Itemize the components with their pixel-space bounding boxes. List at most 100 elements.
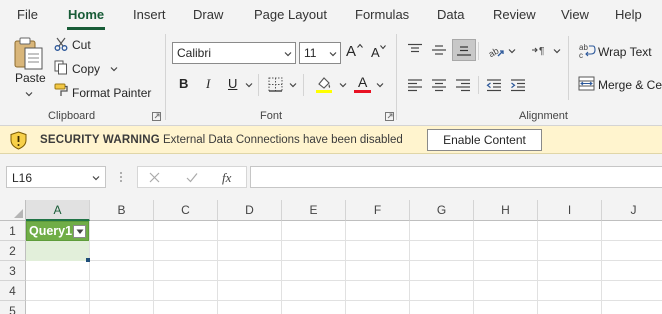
- bottom-align-button[interactable]: [452, 39, 476, 61]
- column-header-j[interactable]: J: [602, 200, 662, 221]
- bold-button[interactable]: B: [179, 76, 188, 91]
- font-group-label: Font: [260, 110, 283, 122]
- borders-icon[interactable]: [268, 77, 283, 92]
- column-header-f[interactable]: F: [346, 200, 410, 221]
- caret-up-icon: [357, 43, 363, 48]
- filter-arrow-icon: [76, 229, 84, 234]
- decrease-indent-icon[interactable]: [486, 78, 502, 92]
- cancel-icon[interactable]: [149, 172, 160, 183]
- formula-buttons: fx: [137, 166, 247, 188]
- increase-indent-icon[interactable]: [510, 78, 526, 92]
- tab-review[interactable]: Review: [493, 7, 536, 22]
- font-color-dropdown-icon[interactable]: [376, 81, 384, 89]
- gridline: [26, 300, 662, 301]
- paste-dropdown-icon[interactable]: [25, 90, 33, 98]
- row-header-1[interactable]: 1: [0, 221, 26, 241]
- row-header-2[interactable]: 2: [0, 241, 26, 261]
- alignment-group-label: Alignment: [519, 110, 568, 122]
- tab-insert[interactable]: Insert: [133, 7, 166, 22]
- paste-button[interactable]: [12, 36, 46, 75]
- divider: [478, 76, 479, 94]
- clipboard-group-label: Clipboard: [48, 110, 96, 122]
- security-warning-bar: SECURITY WARNING External Data Connectio…: [0, 126, 662, 154]
- resize-grip-icon[interactable]: [119, 171, 123, 183]
- paste-label: Paste: [15, 71, 46, 85]
- enable-content-button[interactable]: Enable Content: [427, 129, 542, 151]
- chevron-down-icon: [284, 52, 292, 57]
- table-header-cell[interactable]: Query1: [26, 221, 89, 241]
- font-color-button[interactable]: A: [358, 74, 367, 90]
- caret-down-icon: [380, 45, 386, 50]
- orientation-dropdown-icon[interactable]: [508, 47, 516, 55]
- italic-button[interactable]: I: [206, 76, 210, 92]
- group-divider: [165, 34, 166, 120]
- divider: [478, 42, 479, 60]
- grow-font-button[interactable]: A: [346, 43, 356, 60]
- column-header-d[interactable]: D: [218, 200, 282, 221]
- borders-dropdown-icon[interactable]: [289, 81, 297, 89]
- format-painter-button[interactable]: Format Painter: [72, 86, 151, 100]
- row-header-4[interactable]: 4: [0, 281, 26, 301]
- wrap-text-button[interactable]: Wrap Text: [598, 45, 652, 59]
- bottom-align-icon: [457, 46, 471, 56]
- underline-dropdown-icon[interactable]: [245, 81, 253, 89]
- cut-button[interactable]: Cut: [72, 38, 91, 52]
- text-direction-icon[interactable]: ¶: [531, 43, 549, 57]
- table-row[interactable]: [26, 241, 89, 261]
- text-direction-dropdown-icon[interactable]: [553, 47, 561, 55]
- tab-view[interactable]: View: [561, 7, 589, 22]
- paste-icon: [14, 37, 43, 70]
- top-align-icon[interactable]: [407, 43, 423, 57]
- copy-icon: [54, 60, 67, 75]
- tab-home[interactable]: Home: [68, 7, 104, 22]
- column-header-c[interactable]: C: [154, 200, 218, 221]
- spreadsheet-grid[interactable]: A B C D E F G H I J 1 2 3 4 5 Query1: [0, 200, 662, 314]
- select-all-button[interactable]: [0, 200, 26, 221]
- underline-button[interactable]: U: [228, 76, 237, 91]
- copy-button[interactable]: Copy: [72, 62, 100, 76]
- fill-color-icon[interactable]: [315, 75, 333, 93]
- tab-help[interactable]: Help: [615, 7, 642, 22]
- enter-check-icon[interactable]: [186, 172, 198, 183]
- table-resize-handle[interactable]: [86, 258, 90, 262]
- chevron-down-icon: [329, 52, 337, 57]
- tab-page-layout[interactable]: Page Layout: [254, 7, 327, 22]
- wrap-text-icon: ab c: [579, 43, 596, 59]
- font-size-select[interactable]: 11: [299, 42, 341, 64]
- align-right-icon[interactable]: [455, 78, 471, 92]
- shrink-font-button[interactable]: A: [371, 45, 380, 60]
- font-launcher-icon[interactable]: [385, 112, 394, 121]
- insert-function-button[interactable]: fx: [222, 170, 231, 186]
- column-header-g[interactable]: G: [410, 200, 474, 221]
- column-header-h[interactable]: H: [474, 200, 538, 221]
- column-header-b[interactable]: B: [90, 200, 154, 221]
- formula-bar: L16 fx: [0, 154, 662, 200]
- shield-warning-icon: [10, 131, 27, 150]
- column-header-a[interactable]: A: [26, 200, 90, 221]
- select-all-icon: [14, 209, 23, 218]
- tab-data[interactable]: Data: [437, 7, 464, 22]
- gridline: [26, 260, 662, 261]
- copy-dropdown-icon[interactable]: [110, 65, 118, 73]
- filter-dropdown-button[interactable]: [73, 225, 86, 238]
- row-header-3[interactable]: 3: [0, 261, 26, 281]
- orientation-icon[interactable]: ab: [487, 42, 504, 59]
- middle-align-icon[interactable]: [431, 43, 447, 57]
- font-name-select[interactable]: Calibri: [172, 42, 296, 64]
- clipboard-launcher-icon[interactable]: [152, 112, 161, 121]
- align-center-icon[interactable]: [431, 78, 447, 92]
- tab-file[interactable]: File: [17, 7, 38, 22]
- column-header-i[interactable]: I: [538, 200, 602, 221]
- row-header-5[interactable]: 5: [0, 301, 26, 314]
- font-color-swatch: [354, 90, 371, 93]
- formula-input[interactable]: [250, 166, 662, 188]
- fill-color-dropdown-icon[interactable]: [339, 81, 347, 89]
- name-box[interactable]: L16: [6, 166, 106, 188]
- divider: [303, 74, 304, 96]
- column-header-e[interactable]: E: [282, 200, 346, 221]
- tab-formulas[interactable]: Formulas: [355, 7, 409, 22]
- divider: [258, 74, 259, 96]
- merge-center-button[interactable]: Merge & Ce: [598, 78, 662, 92]
- tab-draw[interactable]: Draw: [193, 7, 223, 22]
- align-left-icon[interactable]: [407, 78, 423, 92]
